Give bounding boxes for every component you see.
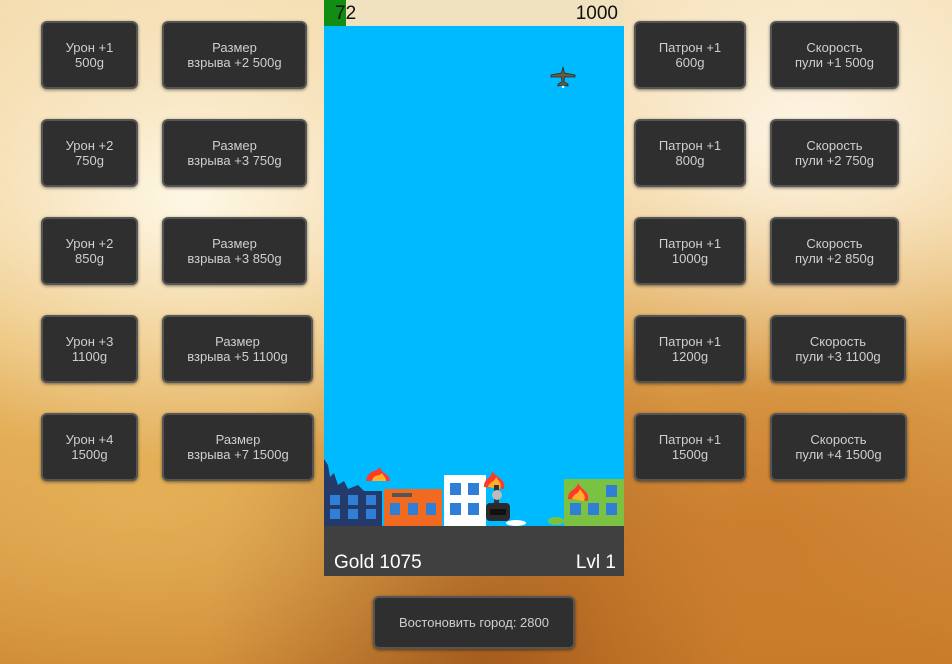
upgrade-damage-button[interactable]: Урон +3 1100g	[41, 315, 138, 383]
enemy-plane-icon[interactable]	[550, 66, 576, 88]
level-indicator: Lvl 1	[575, 552, 616, 573]
button-label: Урон +1	[65, 40, 114, 55]
button-label: Скорость	[809, 334, 867, 349]
button-price: 1100g	[71, 349, 108, 364]
upgrade-ammo-button[interactable]: Патрон +1 600g	[634, 21, 746, 89]
button-label: Скорость	[806, 40, 863, 55]
city-buildings	[324, 459, 624, 526]
button-price: пули +4 1500g	[795, 447, 882, 462]
button-price: взрыва +3 750g	[187, 153, 282, 168]
button-label: Патрон +1	[658, 40, 722, 55]
score-value: 1000	[575, 3, 618, 24]
upgrade-damage-button[interactable]: Урон +4 1500g	[41, 413, 138, 481]
button-price: 600g	[675, 55, 705, 70]
upgrade-bullet-speed-button[interactable]: Скорость пули +2 750g	[770, 119, 899, 187]
button-price: пули +2 750g	[794, 153, 875, 168]
button-price: 850g	[75, 251, 104, 266]
restore-city-button[interactable]: Востоновить город: 2800	[373, 596, 575, 649]
button-label: Размер	[212, 236, 257, 251]
button-price: 1500g	[71, 447, 108, 462]
health-value: 72	[335, 3, 357, 24]
button-label: Востоновить город: 2800	[399, 615, 549, 630]
upgrade-ammo-button[interactable]: Патрон +1 1000g	[634, 217, 746, 285]
button-label: Патрон +1	[658, 334, 722, 349]
button-price: 1200g	[671, 349, 709, 364]
button-label: Скорость	[806, 138, 863, 153]
button-label: Урон +3	[65, 334, 114, 349]
button-price: 750g	[75, 153, 104, 168]
button-label: Размер	[215, 334, 260, 349]
player-tank-icon	[486, 485, 510, 521]
button-price: 1500g	[671, 447, 709, 462]
button-label: Урон +2	[65, 138, 114, 153]
button-label: Патрон +1	[658, 138, 722, 153]
upgrade-bullet-speed-button[interactable]: Скорость пули +4 1500g	[770, 413, 907, 481]
button-label: Скорость	[810, 432, 867, 447]
button-price: взрыва +5 1100g	[187, 349, 288, 364]
game-canvas[interactable]: 72 1000 Gold 1075 Lvl 1	[324, 0, 624, 576]
button-price: пули +1 500g	[794, 55, 875, 70]
upgrade-explosion-size-button[interactable]: Размер взрыва +3 750g	[162, 119, 307, 187]
upgrade-explosion-size-button[interactable]: Размер взрыва +5 1100g	[162, 315, 313, 383]
building-ruin	[324, 459, 382, 526]
button-price: взрыва +3 850g	[187, 251, 282, 266]
button-label: Размер	[212, 40, 257, 55]
upgrade-ammo-button[interactable]: Патрон +1 1500g	[634, 413, 746, 481]
button-price: пули +2 850g	[794, 251, 875, 266]
gold-counter: Gold 1075	[334, 552, 422, 573]
button-price: взрыва +7 1500g	[187, 447, 289, 462]
button-label: Патрон +1	[658, 236, 722, 251]
upgrade-explosion-size-button[interactable]: Размер взрыва +3 850g	[162, 217, 307, 285]
upgrade-damage-button[interactable]: Урон +2 750g	[41, 119, 138, 187]
button-label: Урон +4	[65, 432, 114, 447]
button-label: Патрон +1	[658, 432, 722, 447]
button-price: 800g	[675, 153, 705, 168]
button-price: 500g	[75, 55, 104, 70]
sky	[324, 26, 624, 526]
upgrade-damage-button[interactable]: Урон +1 500g	[41, 21, 138, 89]
upgrade-damage-button[interactable]: Урон +2 850g	[41, 217, 138, 285]
button-price: пули +3 1100g	[795, 349, 881, 364]
button-price: взрыва +2 500g	[187, 55, 282, 70]
upgrade-bullet-speed-button[interactable]: Скорость пули +2 850g	[770, 217, 899, 285]
upgrade-ammo-button[interactable]: Патрон +1 800g	[634, 119, 746, 187]
button-label: Размер	[215, 432, 261, 447]
upgrade-ammo-button[interactable]: Патрон +1 1200g	[634, 315, 746, 383]
button-price: 1000g	[671, 251, 709, 266]
building-green	[564, 479, 624, 526]
upgrade-bullet-speed-button[interactable]: Скорость пули +1 500g	[770, 21, 899, 89]
button-label: Урон +2	[65, 236, 114, 251]
upgrade-bullet-speed-button[interactable]: Скорость пули +3 1100g	[770, 315, 906, 383]
building-white	[444, 475, 486, 526]
upgrade-explosion-size-button[interactable]: Размер взрыва +2 500g	[162, 21, 307, 89]
upgrade-explosion-size-button[interactable]: Размер взрыва +7 1500g	[162, 413, 314, 481]
building-orange	[384, 489, 442, 526]
button-label: Размер	[212, 138, 257, 153]
button-label: Скорость	[806, 236, 863, 251]
